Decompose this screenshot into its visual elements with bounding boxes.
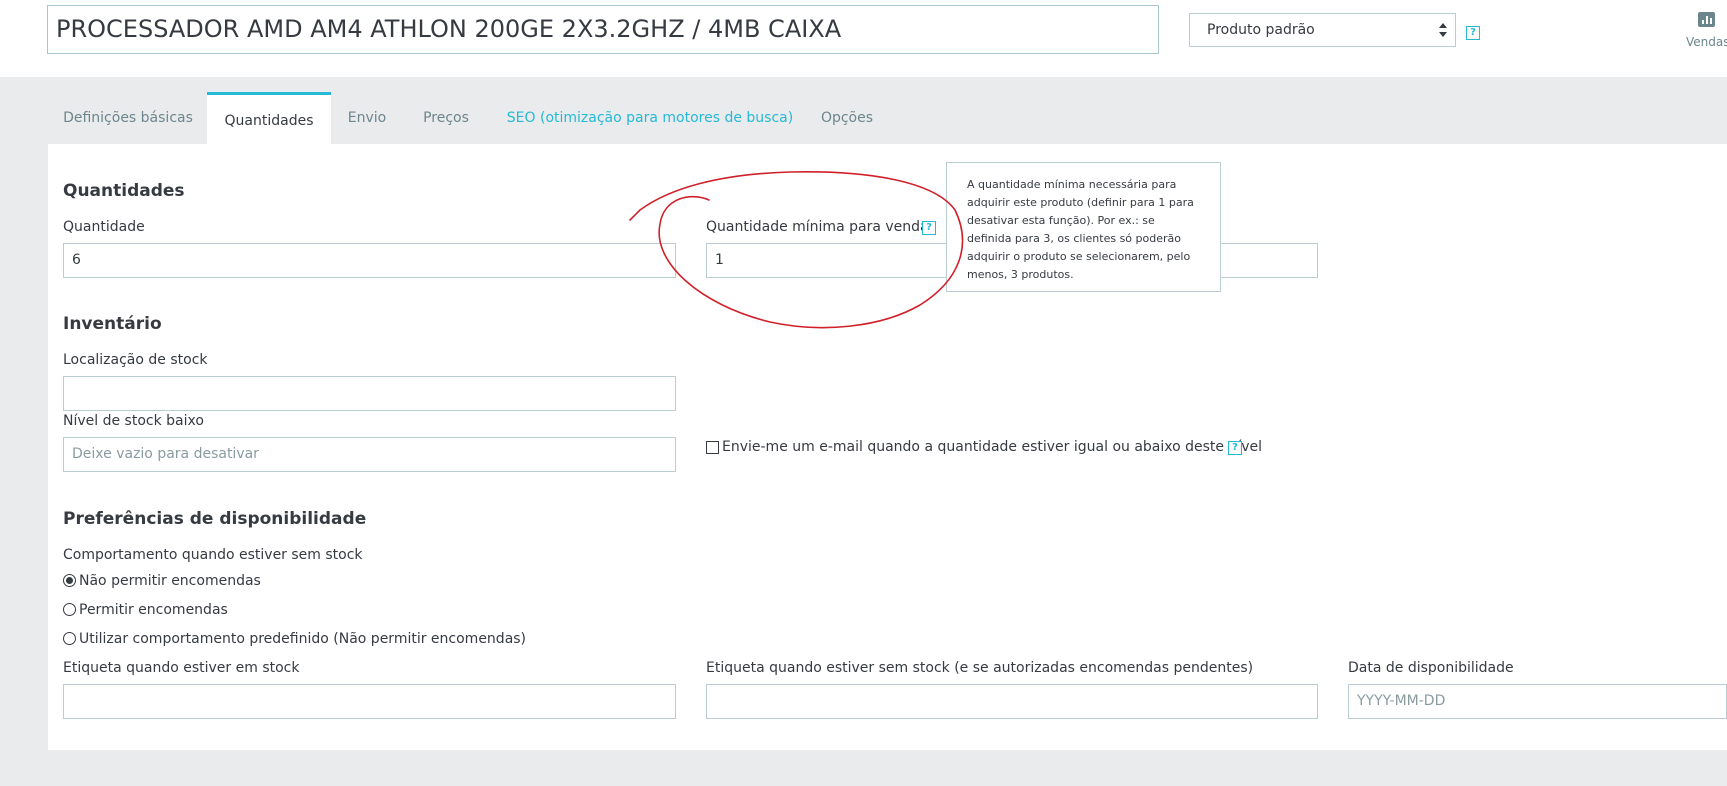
- help-icon[interactable]: ?: [922, 221, 936, 235]
- help-icon[interactable]: ?: [1228, 441, 1242, 455]
- top-bar: PROCESSADOR AMD AM4 ATHLON 200GE 2X3.2GH…: [0, 0, 1727, 77]
- help-icon[interactable]: ?: [1466, 26, 1480, 40]
- bar-chart-icon: [1698, 12, 1715, 27]
- sales-label: Vendas: [1686, 35, 1727, 49]
- email-alert-label: Envie-me um e-mail quando a quantidade e…: [722, 439, 1263, 455]
- in-stock-label-input[interactable]: [63, 684, 676, 719]
- availability-date-input[interactable]: YYYY-MM-DD: [1348, 684, 1727, 719]
- in-stock-label-label: Etiqueta quando estiver em stock: [63, 660, 300, 676]
- product-type-select[interactable]: Produto padrão: [1189, 13, 1456, 47]
- availability-date-label: Data de disponibilidade: [1348, 660, 1514, 676]
- out-of-stock-label-input[interactable]: [706, 684, 1318, 719]
- tooltip-line: adquirir o produto se selecionarem, pelo: [967, 250, 1191, 263]
- radio-deny-orders[interactable]: [63, 574, 76, 587]
- tooltip-line: adquirir este produto (definir para 1 pa…: [967, 196, 1194, 209]
- radio-allow-orders[interactable]: [63, 603, 76, 616]
- tooltip-line: menos, 3 produtos.: [967, 268, 1074, 281]
- low-stock-label: Nível de stock baixo: [63, 413, 204, 429]
- tab-pricing[interactable]: Preços: [403, 92, 489, 144]
- out-of-stock-behavior-label: Comportamento quando estiver sem stock: [63, 547, 363, 563]
- tab-options[interactable]: Opções: [811, 92, 883, 144]
- radio-allow-orders-label: Permitir encomendas: [79, 602, 228, 618]
- quantities-title: Quantidades: [63, 181, 185, 201]
- tooltip-line: definida para 3, os clientes só poderão: [967, 232, 1181, 245]
- radio-default-behavior-label: Utilizar comportamento predefinido (Não …: [79, 631, 527, 647]
- low-stock-input[interactable]: Deixe vazio para desativar: [63, 437, 676, 472]
- tab-basic-settings[interactable]: Definições básicas: [48, 92, 208, 144]
- out-of-stock-label-label: Etiqueta quando estiver sem stock (e se …: [706, 660, 1254, 676]
- tooltip-line: desativar esta função). Por ex.: se: [967, 214, 1155, 227]
- quantity-input[interactable]: 6: [63, 243, 676, 278]
- min-quantity-label: Quantidade mínima para venda: [706, 219, 929, 235]
- select-arrows-icon: [1439, 22, 1447, 38]
- tab-shipping[interactable]: Envio: [331, 92, 403, 144]
- radio-default-behavior[interactable]: [63, 632, 76, 645]
- quantity-label: Quantidade: [63, 219, 145, 235]
- email-alert-checkbox[interactable]: [706, 441, 719, 454]
- radio-deny-orders-label: Não permitir encomendas: [79, 573, 261, 589]
- min-quantity-tooltip: A quantidade mínima necessária para adqu…: [946, 162, 1221, 292]
- availability-title: Preferências de disponibilidade: [63, 509, 367, 529]
- inventory-title: Inventário: [63, 314, 162, 334]
- product-name-input[interactable]: PROCESSADOR AMD AM4 ATHLON 200GE 2X3.2GH…: [47, 5, 1159, 54]
- stock-location-input[interactable]: [63, 376, 676, 411]
- tab-quantities[interactable]: Quantidades: [207, 92, 331, 144]
- stock-location-label: Localização de stock: [63, 352, 208, 368]
- product-type-value: Produto padrão: [1207, 22, 1315, 38]
- tab-seo[interactable]: SEO (otimização para motores de busca): [489, 92, 811, 144]
- tooltip-line: A quantidade mínima necessária para: [967, 178, 1177, 191]
